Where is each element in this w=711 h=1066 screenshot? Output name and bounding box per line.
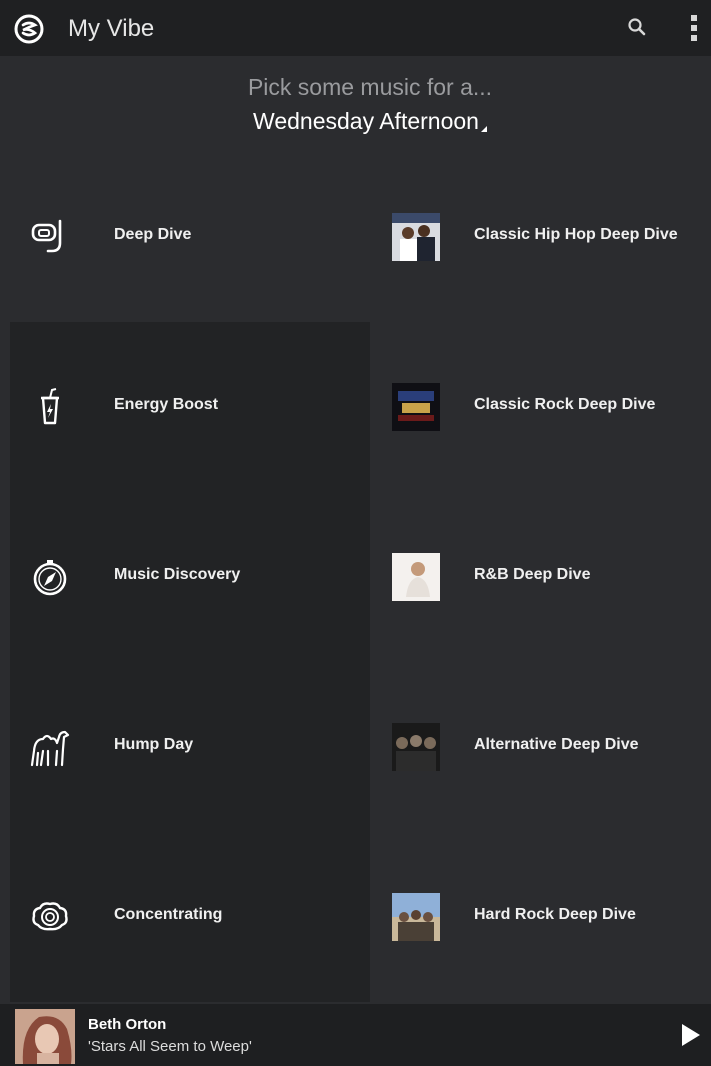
station-label: Hump Day xyxy=(114,736,194,753)
album-art-thumbnail xyxy=(392,213,440,261)
station-hard-rock-deep-dive[interactable]: Hard Rock Deep Dive xyxy=(370,832,711,1002)
songza-logo-icon[interactable] xyxy=(14,14,44,44)
context-header: Pick some music for a... Wednesday After… xyxy=(0,56,711,152)
now-playing-artist: Beth Orton xyxy=(88,1016,167,1033)
action-bar: My Vibe xyxy=(0,0,711,56)
station-concentrating[interactable]: Concentrating xyxy=(10,832,370,1002)
overflow-menu-button[interactable] xyxy=(680,10,708,46)
station-label: Energy Boost xyxy=(114,396,219,413)
brain-icon xyxy=(28,895,72,939)
play-icon xyxy=(682,1024,700,1046)
prompt-text: Pick some music for a... xyxy=(247,74,493,100)
search-button[interactable] xyxy=(620,10,654,44)
now-playing-track: 'Stars All Seem to Weep' xyxy=(88,1038,252,1055)
my-vibe-screen: My Vibe Pick some music for a... Wednesd… xyxy=(0,0,711,1066)
play-button[interactable] xyxy=(676,1018,706,1052)
camel-icon xyxy=(28,725,72,769)
station-label: R&B Deep Dive xyxy=(474,566,591,583)
snorkel-mask-icon xyxy=(28,215,72,259)
overflow-menu-icon xyxy=(691,15,697,41)
time-selector-label: Wednesday Afternoon xyxy=(253,108,479,134)
album-art-thumbnail xyxy=(392,723,440,771)
time-selector[interactable]: Wednesday Afternoon xyxy=(0,108,711,135)
station-music-discovery[interactable]: Music Discovery xyxy=(10,492,370,662)
album-art-thumbnail xyxy=(392,553,440,601)
search-icon xyxy=(628,18,646,36)
station-label: Deep Dive xyxy=(114,226,192,243)
album-art-thumbnail xyxy=(392,383,440,431)
now-playing-bar[interactable]: Beth Orton 'Stars All Seem to Weep' xyxy=(0,1004,711,1066)
station-energy-boost[interactable]: Energy Boost xyxy=(10,322,370,492)
station-label: Music Discovery xyxy=(114,566,241,583)
station-label: Concentrating xyxy=(114,906,223,923)
album-art-thumbnail xyxy=(392,893,440,941)
now-playing-album-art[interactable] xyxy=(15,1009,75,1064)
dropdown-corner-icon xyxy=(480,126,487,132)
station-label: Classic Hip Hop Deep Dive xyxy=(474,226,678,243)
compass-icon xyxy=(28,555,72,599)
station-hump-day[interactable]: Hump Day xyxy=(10,662,370,832)
station-grid: Deep Dive Energy Boost Music Discovery H… xyxy=(10,152,711,1004)
station-alternative-deep-dive[interactable]: Alternative Deep Dive xyxy=(370,662,711,832)
app-title: My Vibe xyxy=(68,15,155,42)
station-label: Hard Rock Deep Dive xyxy=(474,906,636,923)
station-classic-hip-hop-deep-dive[interactable]: Classic Hip Hop Deep Dive xyxy=(370,152,711,322)
station-label: Classic Rock Deep Dive xyxy=(474,396,656,413)
energy-drink-icon xyxy=(28,385,72,429)
station-classic-rock-deep-dive[interactable]: Classic Rock Deep Dive xyxy=(370,322,711,492)
station-rnb-deep-dive[interactable]: R&B Deep Dive xyxy=(370,492,711,662)
station-label: Alternative Deep Dive xyxy=(474,736,639,753)
station-deep-dive[interactable]: Deep Dive xyxy=(10,152,370,322)
